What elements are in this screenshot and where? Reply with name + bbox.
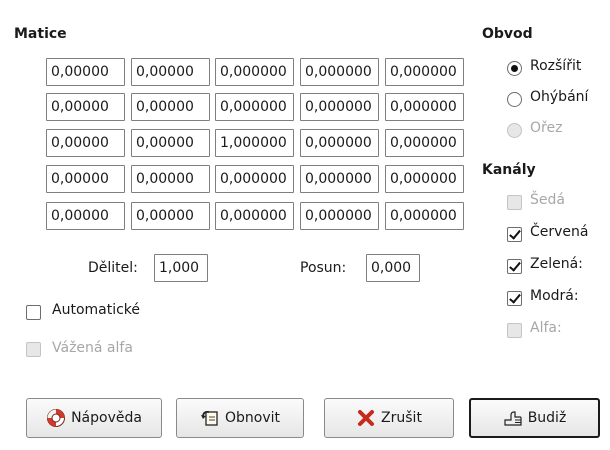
matrix-cell-r1-c2[interactable]: 0,00000 (131, 58, 210, 86)
ok-hand-icon (503, 408, 523, 428)
matrix-cell-r1-c4[interactable]: 0,000000 (300, 58, 379, 86)
channel-red-checkbox[interactable] (507, 227, 522, 242)
cancel-x-icon (356, 408, 376, 428)
matrix-cell-r1-c5[interactable]: 0,000000 (385, 58, 464, 86)
automatic-label[interactable]: Automatické (52, 302, 140, 318)
matrix-cell-r3-c3[interactable]: 1,000000 (215, 129, 294, 157)
matrix-cell-r4-c5[interactable]: 0,000000 (385, 165, 464, 193)
lifebuoy-icon (46, 408, 66, 428)
channel-green-checkbox[interactable] (507, 259, 522, 274)
channel-gray-label: Šedá (530, 192, 565, 208)
undo-icon (200, 408, 220, 428)
channel-blue-label[interactable]: Modrá: (530, 288, 579, 304)
border-wrap-radio[interactable] (507, 92, 522, 107)
border-extend-label[interactable]: Rozšířit (530, 58, 581, 74)
reset-button[interactable]: Obnovit (176, 398, 304, 438)
ok-button[interactable]: Budiž (469, 398, 600, 438)
border-heading: Obvod (482, 26, 533, 42)
offset-label: Posun: (300, 260, 347, 276)
border-wrap-label[interactable]: Ohýbání (530, 89, 588, 105)
matrix-cell-r1-c3[interactable]: 0,000000 (215, 58, 294, 86)
matrix-cell-r3-c2[interactable]: 0,00000 (131, 129, 210, 157)
matrix-cell-r5-c5[interactable]: 0,000000 (385, 202, 464, 230)
matrix-cell-r2-c1[interactable]: 0,00000 (46, 93, 125, 121)
matrix-heading: Matice (14, 26, 67, 42)
divisor-label: Dělitel: (88, 260, 138, 276)
matrix-cell-r4-c1[interactable]: 0,00000 (46, 165, 125, 193)
channel-red-label[interactable]: Červená (530, 224, 589, 240)
automatic-checkbox[interactable] (26, 305, 41, 320)
channel-alpha-checkbox[interactable] (507, 323, 522, 338)
matrix-cell-r2-c2[interactable]: 0,00000 (131, 93, 210, 121)
matrix-cell-r5-c3[interactable]: 0,000000 (215, 202, 294, 230)
help-button[interactable]: Nápověda (26, 398, 162, 438)
matrix-cell-r4-c3[interactable]: 0,000000 (215, 165, 294, 193)
weighted-alpha-checkbox[interactable] (26, 342, 41, 357)
matrix-cell-r3-c4[interactable]: 0,000000 (300, 129, 379, 157)
matrix-cell-r1-c1[interactable]: 0,00000 (46, 58, 125, 86)
cancel-button-label: Zrušit (381, 410, 422, 426)
matrix-cell-r5-c1[interactable]: 0,00000 (46, 202, 125, 230)
channels-heading: Kanály (482, 162, 536, 178)
border-crop-label: Ořez (530, 120, 563, 136)
channel-green-label[interactable]: Zelená: (530, 256, 583, 272)
border-crop-radio[interactable] (507, 123, 522, 138)
help-button-label: Nápověda (71, 410, 142, 426)
offset-input[interactable]: 0,000 (366, 254, 420, 282)
matrix-cell-r3-c1[interactable]: 0,00000 (46, 129, 125, 157)
matrix-cell-r4-c2[interactable]: 0,00000 (131, 165, 210, 193)
border-extend-radio[interactable] (507, 61, 522, 76)
reset-button-label: Obnovit (224, 410, 280, 426)
matrix-cell-r2-c4[interactable]: 0,000000 (300, 93, 379, 121)
matrix-cell-r5-c4[interactable]: 0,000000 (300, 202, 379, 230)
matrix-cell-r5-c2[interactable]: 0,00000 (131, 202, 210, 230)
channel-blue-checkbox[interactable] (507, 291, 522, 306)
matrix-cell-r2-c3[interactable]: 0,000000 (215, 93, 294, 121)
matrix-cell-r3-c5[interactable]: 0,000000 (385, 129, 464, 157)
matrix-cell-r4-c4[interactable]: 0,000000 (300, 165, 379, 193)
ok-button-label: Budiž (527, 410, 567, 426)
cancel-button[interactable]: Zrušit (324, 398, 454, 438)
weighted-alpha-label: Vážená alfa (52, 340, 133, 356)
divisor-input[interactable]: 1,000 (154, 254, 208, 282)
channel-alpha-label: Alfa: (530, 320, 562, 336)
channel-gray-checkbox[interactable] (507, 195, 522, 210)
matrix-cell-r2-c5[interactable]: 0,000000 (385, 93, 464, 121)
